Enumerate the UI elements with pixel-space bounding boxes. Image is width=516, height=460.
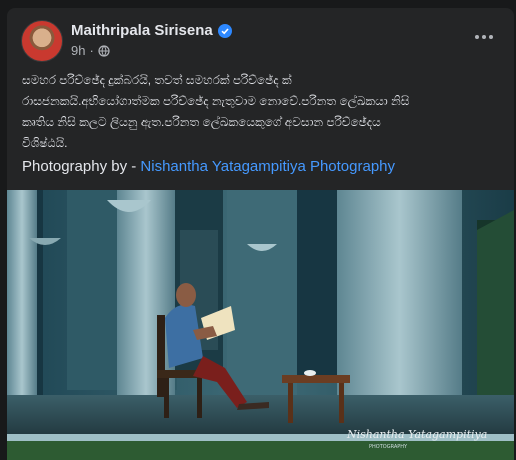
post-body-line: සමහර පරිච්ඡේද දුක්බරයි, තවත් සමහරක් පරිච… xyxy=(22,73,292,87)
photo-credit: Photography by - Nishantha Yatagampitiya… xyxy=(22,158,395,175)
post-body: සමහර පරිච්ඡේද දුක්බරයි, තවත් සමහරක් පරිච… xyxy=(22,70,492,154)
globe-icon xyxy=(98,44,110,57)
verified-badge-icon xyxy=(217,23,232,38)
author-row: Maithripala Sirisena xyxy=(71,22,232,39)
avatar[interactable] xyxy=(21,20,63,62)
post-photo[interactable]: Nishantha Yatagampitiya PHOTOGRAPHY xyxy=(7,190,514,460)
credit-prefix: Photography by - xyxy=(22,158,141,175)
post-meta: 9h · xyxy=(71,43,110,58)
author-name[interactable]: Maithripala Sirisena xyxy=(71,22,213,39)
credit-link[interactable]: Nishantha Yatagampitiya Photography xyxy=(140,158,395,175)
photo-watermark: Nishantha Yatagampitiya xyxy=(346,428,487,441)
post-body-line: විශිෂ්ඨයි. xyxy=(22,136,68,150)
post-card: Maithripala Sirisena 9h · සමහර පරිච්ඡේද … xyxy=(7,8,514,460)
meta-separator: · xyxy=(89,43,94,58)
more-options-icon[interactable] xyxy=(470,26,498,48)
post-body-line: රාසජනකයි.අභියෝගාත්මක පරිච්ඡේද නැතුවාම නො… xyxy=(22,94,410,108)
photo-watermark-sub: PHOTOGRAPHY xyxy=(369,444,408,450)
post-time[interactable]: 9h xyxy=(71,43,85,58)
post-header: Maithripala Sirisena 9h · xyxy=(21,20,502,64)
post-body-line: කෘතිය නිසි කලට ලියනු ඇත.පරිනත ලේඛකයෙකුගේ… xyxy=(22,115,381,129)
